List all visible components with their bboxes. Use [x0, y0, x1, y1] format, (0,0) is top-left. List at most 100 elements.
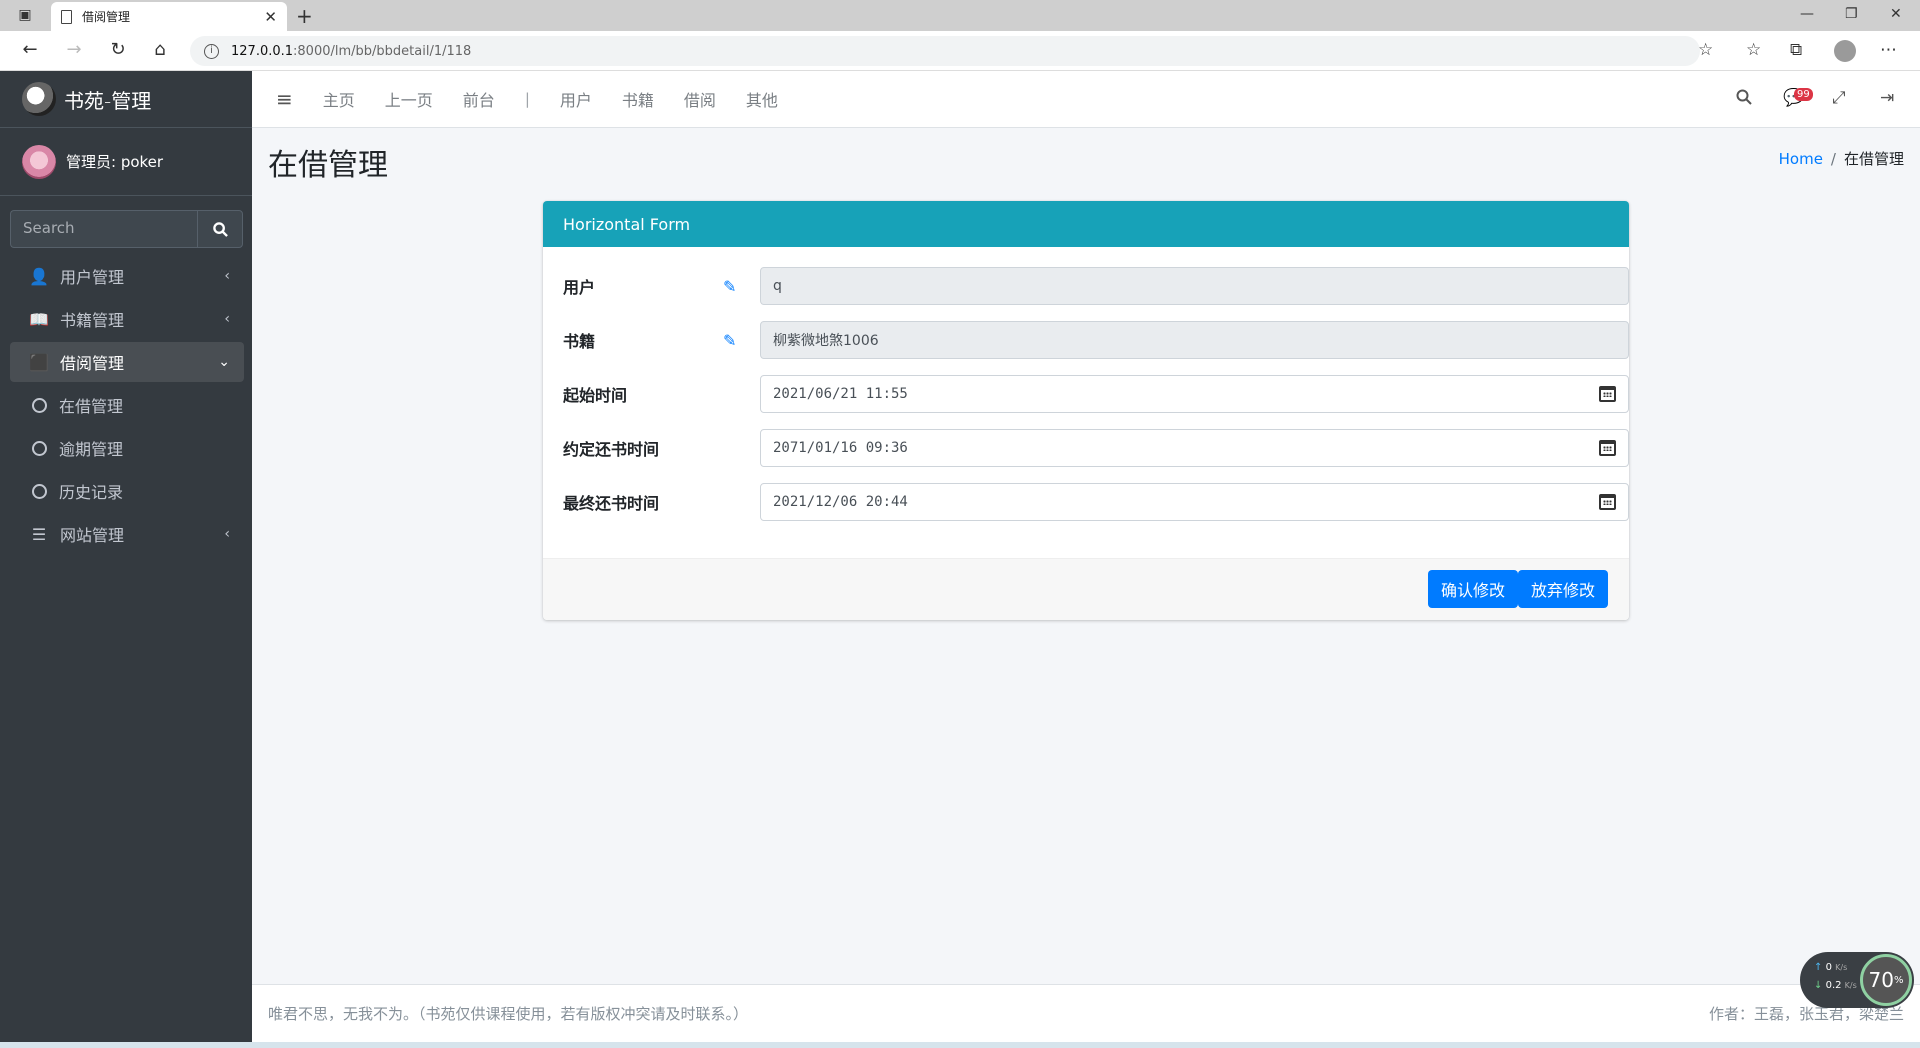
user-panel[interactable]: 管理员: poker	[0, 128, 252, 196]
document-icon	[61, 9, 72, 24]
close-icon[interactable]: ✕	[264, 8, 277, 26]
breadcrumb-current: 在借管理	[1843, 150, 1904, 168]
book-icon: 📖	[29, 309, 49, 329]
sidebar-item-borrow[interactable]: ⬛ 借阅管理 ⌄	[10, 342, 244, 382]
nav-link-other[interactable]: 其他	[746, 87, 778, 111]
chevron-left-icon: ‹	[224, 311, 230, 327]
breadcrumb: Home / 在借管理	[1779, 148, 1904, 169]
sidebar-item-books[interactable]: 📖 书籍管理 ‹	[10, 299, 244, 339]
minimize-icon[interactable]: —	[1800, 6, 1814, 22]
user-field[interactable]: q	[760, 267, 1629, 305]
circle-icon	[32, 397, 47, 413]
chevron-down-icon: ⌄	[218, 354, 230, 370]
sidebar-item-label: 逾期管理	[59, 440, 124, 459]
footer-text: 唯君不思，无我不为。（书苑仅供课程使用，若有版权冲突请及时联系。）	[268, 1005, 749, 1023]
page-title: 在借管理	[268, 148, 388, 183]
sidebar-item-label: 在借管理	[59, 397, 124, 416]
form-row-start: 起始时间 2021/06/21 11:55	[563, 375, 1629, 413]
brand-logo	[22, 82, 56, 116]
chevron-left-icon: ‹	[224, 526, 230, 542]
user-icon: 👤	[29, 266, 49, 286]
search-icon[interactable]	[1736, 89, 1752, 110]
due-time-field[interactable]: 2071/01/16 09:36	[760, 429, 1629, 467]
more-icon[interactable]: ⋯	[1880, 40, 1897, 60]
favorites-icon[interactable]: ☆	[1746, 40, 1761, 60]
sidebar-item-on-loan[interactable]: 在借管理	[10, 385, 244, 425]
calendar-icon[interactable]	[1599, 494, 1616, 510]
home-icon[interactable]: ⌂	[148, 39, 172, 60]
sidebar-item-label: 历史记录	[59, 483, 124, 502]
start-time-value: 2021/06/21 11:55	[773, 386, 908, 402]
sidebar-item-history[interactable]: 历史记录	[10, 471, 244, 511]
collections-icon[interactable]: ⧉	[1790, 40, 1802, 60]
tab-title: 借阅管理	[82, 10, 131, 24]
form-row-due: 约定还书时间 2071/01/16 09:36	[563, 429, 1629, 467]
form-row-return: 最终还书时间 2021/12/06 20:44	[563, 483, 1629, 521]
breadcrumb-separator: /	[1830, 150, 1836, 168]
nav-link-borrow[interactable]: 借阅	[684, 87, 716, 111]
add-favorite-icon[interactable]: ☆	[1698, 40, 1713, 60]
sidebar-item-site[interactable]: ☰ 网站管理 ‹	[10, 514, 244, 554]
nav-link-home[interactable]: 主页	[323, 87, 355, 111]
profile-avatar[interactable]	[1834, 40, 1856, 62]
new-tab-icon[interactable]: +	[296, 4, 313, 28]
due-time-value: 2071/01/16 09:36	[773, 440, 908, 456]
search-button[interactable]	[197, 210, 243, 248]
confirm-button[interactable]: 确认修改	[1428, 570, 1519, 608]
window-close-icon[interactable]: ✕	[1890, 6, 1902, 22]
restore-icon[interactable]: ❐	[1845, 6, 1858, 22]
brand-link[interactable]: 书苑-管理	[0, 71, 252, 128]
logout-icon[interactable]: ⇥	[1880, 88, 1894, 108]
browser-tab[interactable]: 借阅管理 ✕	[51, 2, 287, 31]
forward-icon[interactable]: →	[62, 39, 86, 60]
return-time-field[interactable]: 2021/12/06 20:44	[760, 483, 1629, 521]
start-time-field[interactable]: 2021/06/21 11:55	[760, 375, 1629, 413]
nav-link-users[interactable]: 用户	[560, 87, 592, 111]
bars-icon: ☰	[31, 524, 47, 544]
sidebar-item-label: 用户管理	[60, 268, 125, 287]
card-header: Horizontal Form	[543, 201, 1629, 247]
network-meter[interactable]: ↑ 0 K/s ↓ 0.2 K/s 70%	[1800, 952, 1914, 1008]
sidebar-item-overdue[interactable]: 逾期管理	[10, 428, 244, 468]
avatar	[22, 144, 56, 179]
edit-icon[interactable]: ✎	[723, 277, 736, 296]
taskbar-edge	[0, 1042, 1920, 1048]
circle-icon	[32, 440, 47, 456]
sidebar-item-label: 书籍管理	[60, 311, 125, 330]
calendar-icon[interactable]	[1599, 440, 1616, 456]
reload-icon[interactable]: ↻	[106, 39, 130, 60]
nav-link-books[interactable]: 书籍	[622, 87, 654, 111]
user-name: 管理员: poker	[66, 153, 164, 171]
form-row-user: 用户 ✎ q	[563, 267, 1629, 305]
sidebar-menu: 👤 用户管理 ‹ 📖 书籍管理 ‹ ⬛ 借阅管理 ⌄ 在借管理 逾期管理 历史记…	[10, 256, 244, 557]
field-label: 用户	[563, 278, 596, 297]
back-icon[interactable]: ←	[18, 39, 42, 60]
calendar-icon[interactable]	[1599, 386, 1616, 402]
breadcrumb-home[interactable]: Home	[1779, 150, 1823, 168]
url-host: 127.0.0.1	[231, 43, 294, 59]
fullscreen-icon[interactable]: ⤢	[1832, 88, 1846, 108]
book-field[interactable]: 柳紫微地煞1006	[760, 321, 1629, 359]
menu-toggle-icon[interactable]: ≡	[276, 87, 293, 111]
edit-icon[interactable]: ✎	[723, 331, 736, 350]
sidebar-search: Search	[10, 210, 243, 248]
url-path: :8000/lm/bb/bbdetail/1/118	[293, 43, 472, 59]
nav-separator: |	[524, 90, 530, 108]
address-bar-row: ← → ↻ ⌂ i 127.0.0.1:8000/lm/bb/bbdetail/…	[0, 31, 1920, 71]
sidebar-item-label: 网站管理	[60, 526, 125, 545]
info-icon[interactable]: i	[204, 43, 219, 59]
tab-actions-icon[interactable]: ▣	[16, 6, 34, 24]
search-input[interactable]: Search	[10, 210, 197, 248]
field-label: 书籍	[563, 332, 596, 351]
nav-link-frontend[interactable]: 前台	[463, 87, 495, 111]
nav-link-back[interactable]: 上一页	[385, 87, 433, 111]
url-field[interactable]: i 127.0.0.1:8000/lm/bb/bbdetail/1/118	[190, 36, 1700, 66]
field-label: 约定还书时间	[563, 440, 660, 459]
sidebar-item-users[interactable]: 👤 用户管理 ‹	[10, 256, 244, 296]
browser-tabbar: ▣ 借阅管理 ✕ + — ❐ ✕	[0, 0, 1920, 31]
sidebar: 书苑-管理 管理员: poker Search 👤 用户管理 ‹ 📖 书籍管理 …	[0, 71, 252, 1048]
circle-icon	[32, 483, 47, 499]
form-card: Horizontal Form 用户 ✎ q 书籍 ✎ 柳紫微地煞1006 起始…	[543, 201, 1629, 620]
cancel-button[interactable]: 放弃修改	[1518, 570, 1609, 608]
search-icon	[212, 221, 228, 237]
